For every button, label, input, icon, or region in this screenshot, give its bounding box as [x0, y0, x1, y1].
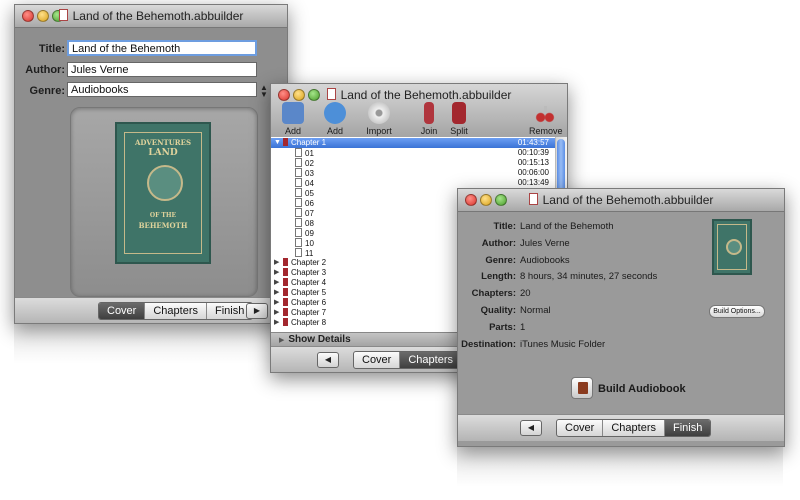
document-icon — [58, 9, 68, 21]
author-field[interactable]: Jules Verne — [67, 62, 257, 77]
disclosure-closed-icon[interactable]: ▶ — [274, 308, 279, 318]
summary-label: Title: — [493, 221, 516, 232]
summary-value: Jules Verne — [520, 237, 570, 249]
cover-thumbnail — [712, 219, 752, 275]
summary-value: Normal — [520, 305, 551, 316]
track-row[interactable]: 02 00:15:13 — [271, 158, 555, 168]
audio-file-icon — [295, 218, 302, 227]
disclosure-closed-icon[interactable]: ▶ — [274, 268, 279, 278]
cd-icon — [368, 102, 390, 124]
summary-label: Destination: — [461, 338, 516, 350]
window-reflection — [457, 447, 783, 487]
build-audiobook-icon[interactable] — [571, 377, 593, 399]
split-button[interactable]: Split — [447, 102, 471, 136]
chapter-row[interactable]: ▼ Chapter 1 01:43:57 — [271, 138, 555, 148]
audio-file-icon — [295, 248, 302, 257]
window-title: Land of the Behemoth.abbuilder — [340, 88, 512, 102]
chapter-icon — [283, 258, 288, 266]
tab-chapters[interactable]: Chapters — [603, 420, 665, 436]
summary-label: Parts: — [489, 321, 516, 333]
disclosure-closed-icon[interactable]: ▶ — [274, 278, 279, 288]
chapter-icon — [283, 298, 288, 306]
audio-file-icon — [295, 148, 302, 157]
summary-value: 8 hours, 34 minutes, 27 seconds — [520, 271, 658, 283]
tab-cover[interactable]: Cover — [354, 352, 401, 368]
chapter-icon — [283, 318, 288, 326]
chapter-icon — [283, 288, 288, 296]
step-segmented-control[interactable]: Cover Chapters Finish — [98, 302, 254, 320]
track-row[interactable]: 03 00:06:00 — [271, 168, 555, 178]
disclosure-open-icon[interactable]: ▼ — [274, 138, 281, 148]
next-button[interactable]: ▶ — [246, 303, 268, 319]
step-segmented-control[interactable]: Cover Chapters Finish — [556, 419, 712, 437]
track-row[interactable]: 01 00:10:39 — [271, 148, 555, 158]
disclosure-closed-icon[interactable]: ▶ — [274, 258, 279, 268]
medallion-icon — [725, 239, 742, 256]
cover-art-image: ADVENTURES LAND OF THE BEHEMOTH — [115, 122, 211, 264]
remove-button[interactable]: Remove — [529, 102, 563, 136]
audio-file-icon — [295, 238, 302, 247]
summary-value: Land of the Behemoth — [520, 221, 614, 232]
add-itunes-icon — [324, 102, 346, 124]
split-icon — [452, 102, 466, 124]
audio-file-icon — [295, 228, 302, 237]
finish-window: Land of the Behemoth.abbuilder Title: Lan… — [457, 188, 785, 447]
document-icon — [326, 88, 336, 100]
previous-button[interactable]: ◀ — [317, 352, 339, 368]
bottom-bar: ◀ Cover Chapters Finish — [458, 414, 784, 441]
chapter-icon — [283, 308, 288, 316]
audio-file-icon — [295, 198, 302, 207]
summary-label: Chapters: — [471, 288, 516, 300]
audio-file-icon — [295, 158, 302, 167]
window-title: Land of the Behemoth.abbuilder — [542, 193, 714, 207]
build-options-button[interactable]: Build Options... — [709, 305, 765, 318]
tab-cover[interactable]: Cover — [557, 420, 604, 436]
window-title: Land of the Behemoth.abbuilder — [72, 9, 244, 23]
genre-popup-arrows-icon[interactable]: ▲ ▼ — [260, 84, 268, 99]
tab-chapters[interactable]: Chapters — [400, 352, 462, 368]
summary-label: Author: — [481, 237, 516, 249]
audio-file-icon — [295, 188, 302, 197]
bottom-bar: Cover Chapters Finish ▶ — [15, 297, 287, 323]
tab-finish[interactable]: Finish — [664, 420, 711, 436]
track-row[interactable]: 04 00:13:49 — [271, 178, 555, 188]
disclosure-closed-icon: ▶ — [279, 337, 285, 344]
title-field[interactable]: Land of the Behemoth — [67, 40, 257, 56]
medallion-icon — [147, 165, 184, 202]
disclosure-closed-icon[interactable]: ▶ — [274, 288, 279, 298]
join-icon — [424, 102, 434, 124]
chapter-icon — [283, 138, 288, 146]
chapter-icon — [283, 268, 288, 276]
summary-value: iTunes Music Folder — [520, 338, 606, 350]
author-label: Author: — [25, 64, 65, 76]
cover-window: Land of the Behemoth.abbuilder Title: La… — [14, 4, 288, 324]
join-button[interactable]: Join — [417, 102, 441, 136]
cover-image-well[interactable]: ADVENTURES LAND OF THE BEHEMOTH — [70, 107, 258, 297]
tab-cover[interactable]: Cover — [99, 303, 146, 319]
summary-label: Genre: — [485, 254, 516, 266]
previous-button[interactable]: ◀ — [520, 420, 542, 436]
disclosure-closed-icon[interactable]: ▶ — [274, 318, 279, 328]
summary-label: Length: — [481, 271, 516, 283]
audio-file-icon — [295, 178, 302, 187]
add-files-icon — [282, 102, 304, 124]
title-bar[interactable]: Land of the Behemoth.abbuilder — [15, 5, 287, 28]
build-audiobook-button[interactable]: Build Audiobook — [598, 383, 686, 395]
tab-chapters[interactable]: Chapters — [145, 303, 207, 319]
summary-value: Audiobooks — [520, 254, 570, 266]
summary-value: 20 — [520, 288, 531, 300]
title-bar[interactable]: Land of the Behemoth.abbuilder — [458, 189, 784, 212]
audio-file-icon — [295, 168, 302, 177]
document-icon — [528, 193, 538, 205]
summary-value: 1 — [520, 321, 526, 333]
audio-file-icon — [295, 208, 302, 217]
summary-label: Quality: — [480, 305, 516, 316]
disclosure-closed-icon[interactable]: ▶ — [274, 298, 279, 308]
genre-label: Genre: — [29, 85, 65, 97]
window-reflection — [14, 324, 286, 364]
chapter-icon — [283, 278, 288, 286]
title-label: Title: — [38, 43, 65, 55]
scissors-icon — [534, 102, 556, 124]
genre-combo[interactable]: Audiobooks — [67, 82, 257, 97]
